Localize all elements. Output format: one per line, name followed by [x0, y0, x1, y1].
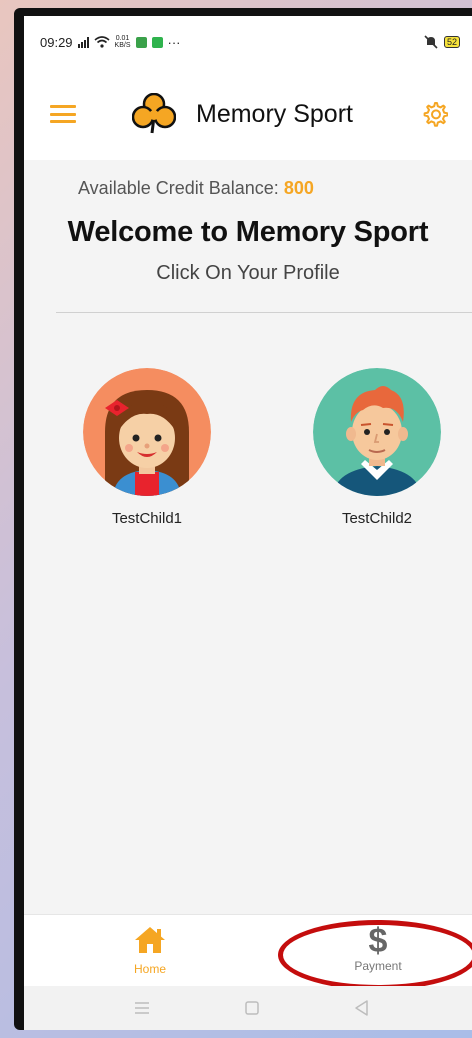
bottom-nav: Home $ Payment — [24, 914, 472, 987]
app-bar: Memory Sport — [24, 68, 472, 160]
status-left: 09:29 0.01 KB/S ··· — [40, 35, 181, 50]
boy-avatar-icon[interactable] — [313, 368, 441, 496]
nav-home[interactable]: Home — [90, 925, 210, 976]
nav-home-label: Home — [133, 962, 166, 976]
status-right: 52 — [424, 35, 460, 49]
net-speed: 0.01 KB/S — [115, 35, 131, 49]
dollar-icon: $ — [368, 922, 388, 960]
menu-icon[interactable] — [132, 998, 152, 1018]
net-speed-unit: KB/S — [114, 42, 131, 49]
net-speed-value: 0.01 — [115, 35, 130, 42]
welcome-heading: Welcome to Memory Sport — [67, 216, 429, 248]
battery-icon: 52 — [443, 36, 460, 48]
nav-payment-label: Payment — [354, 959, 402, 973]
system-nav-bar — [24, 986, 472, 1030]
phone-frame: 09:29 0.01 KB/S ··· 52 Memory Sport Avai… — [14, 8, 472, 1030]
mute-icon — [424, 35, 438, 49]
credit-value: 800 — [283, 178, 314, 198]
screen: 09:29 0.01 KB/S ··· 52 Memory Sport Avai… — [24, 16, 472, 1030]
profile-card-testchild1[interactable]: TestChild1 — [72, 368, 222, 527]
divider — [56, 312, 472, 313]
hamburger-menu-icon[interactable] — [50, 105, 76, 123]
profile-instruction: Click On Your Profile — [156, 262, 340, 284]
girl-avatar-icon[interactable] — [83, 368, 211, 496]
profile-card-testchild2[interactable]: TestChild2 — [302, 368, 452, 527]
credit-balance: Available Credit Balance: 800 — [78, 178, 314, 199]
profile-name-testchild2: TestChild2 — [341, 510, 413, 527]
app-notification-icon-2 — [151, 36, 163, 48]
home-icon — [135, 927, 165, 953]
clover-logo-icon — [132, 93, 176, 134]
app-notification-icon — [135, 36, 147, 48]
wifi-icon — [94, 36, 110, 48]
signal-icon — [77, 36, 89, 48]
back-triangle-icon[interactable] — [352, 998, 372, 1018]
more-notifications: ··· — [167, 34, 181, 50]
status-bar: 09:29 0.01 KB/S ··· 52 — [24, 16, 472, 68]
gear-icon[interactable] — [422, 101, 448, 127]
nav-payment[interactable]: $ Payment — [318, 922, 438, 973]
square-icon[interactable] — [242, 998, 262, 1018]
app-title: Memory Sport — [196, 99, 353, 128]
app-title-wrap: Memory Sport — [132, 68, 353, 160]
credit-label: Available Credit Balance: — [78, 178, 279, 198]
status-time: 09:29 — [40, 34, 73, 50]
profile-name-testchild1: TestChild1 — [111, 510, 183, 527]
